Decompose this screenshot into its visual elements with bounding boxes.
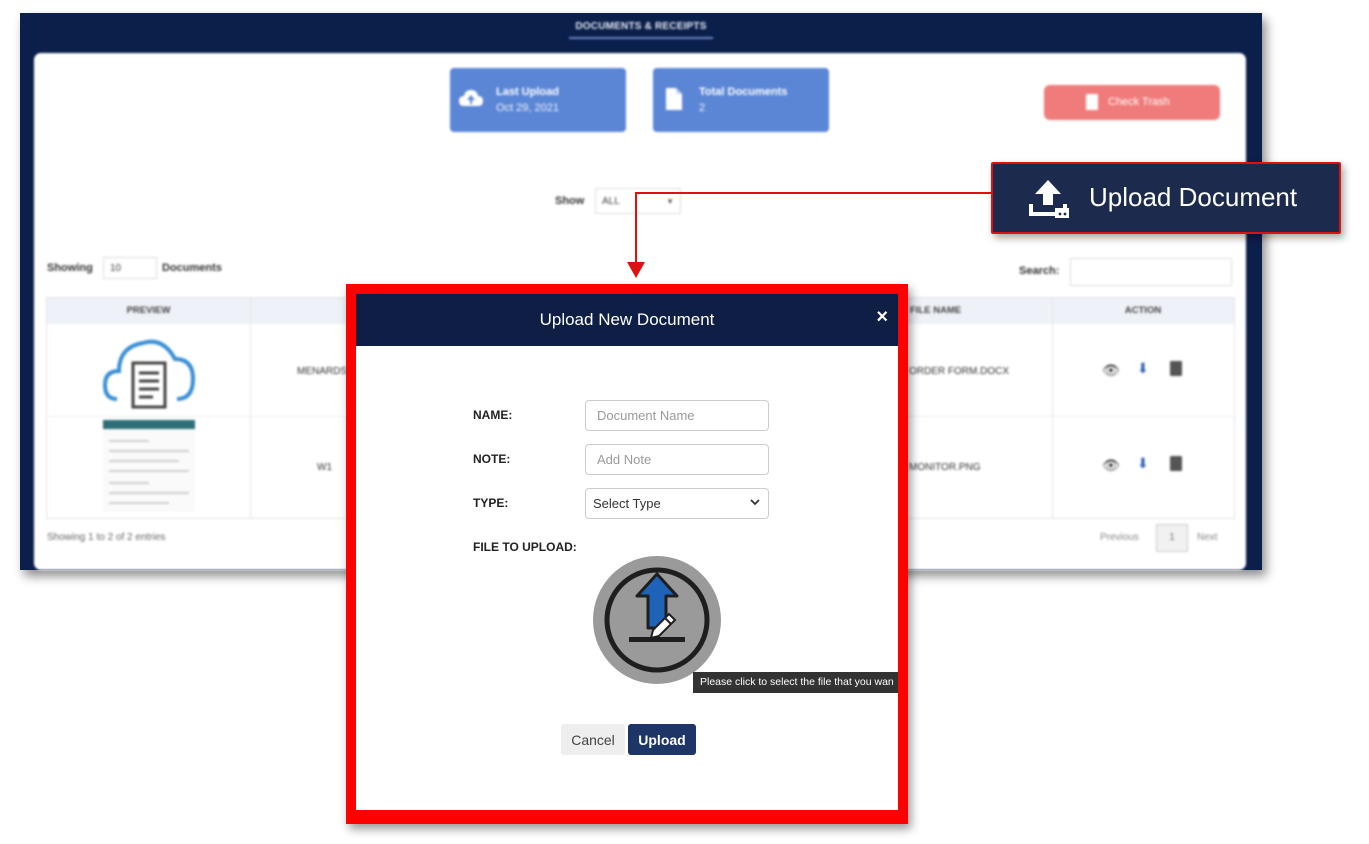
upload-button[interactable]: Upload xyxy=(628,724,696,755)
modal-highlight-frame: Upload New Document × NAME: NOTE: TYPE: … xyxy=(346,284,908,824)
callout-connector-line xyxy=(636,192,993,194)
upload-document-label: Upload Document xyxy=(1089,182,1298,212)
last-upload-label: Last Upload xyxy=(496,86,559,98)
row-1-name: MENARDS xyxy=(297,366,348,377)
col-header-file-name: FILE NAME xyxy=(910,305,962,316)
search-label: Search: xyxy=(1019,265,1060,277)
check-trash-label: Check Trash xyxy=(1108,96,1170,108)
upload-tooltip: Please click to select the file that you… xyxy=(693,672,898,693)
name-field-label: NAME: xyxy=(473,408,513,422)
close-icon[interactable]: × xyxy=(876,306,888,329)
eye-icon[interactable]: 👁 xyxy=(1102,457,1120,474)
page-length-select[interactable]: 10 xyxy=(103,257,157,279)
show-filter-label: Show xyxy=(555,195,585,207)
type-select-value: Select Type xyxy=(593,496,661,511)
modal-title: Upload New Document xyxy=(539,310,715,329)
cloud-upload-icon xyxy=(459,90,483,106)
col-header-action: ACTION xyxy=(1052,298,1234,324)
total-documents-label: Total Documents xyxy=(699,86,788,98)
total-documents-value: 2 xyxy=(699,102,706,114)
type-field-label: TYPE: xyxy=(473,496,509,510)
upload-document-modal: Upload New Document × NAME: NOTE: TYPE: … xyxy=(356,294,898,810)
total-documents-stat: Total Documents 2 xyxy=(653,68,829,132)
document-preview-thumbnail xyxy=(103,339,195,409)
delete-icon[interactable] xyxy=(1170,361,1182,376)
row-2-name: W1 xyxy=(317,462,332,473)
check-trash-button[interactable]: Check Trash xyxy=(1044,85,1220,120)
pagination-page-1[interactable]: 1 xyxy=(1156,524,1188,552)
pagination-next[interactable]: Next xyxy=(1197,532,1218,543)
documents-label: Documents xyxy=(162,262,222,274)
table-info: Showing 1 to 2 of 2 entries xyxy=(47,532,166,543)
note-field-label: NOTE: xyxy=(473,452,511,466)
cancel-button[interactable]: Cancel xyxy=(561,724,625,755)
eye-icon[interactable]: 👁 xyxy=(1102,362,1120,379)
search-input[interactable] xyxy=(1070,258,1232,286)
download-icon[interactable]: ⬇ xyxy=(1137,360,1149,377)
modal-header: Upload New Document × xyxy=(356,294,898,346)
row-2-file-name: MONITOR.PNG xyxy=(909,462,981,473)
callout-connector-line-vertical xyxy=(635,192,637,264)
chevron-down-icon xyxy=(750,499,760,506)
image-preview-thumbnail xyxy=(103,420,195,512)
showing-label: Showing xyxy=(47,262,93,274)
trash-icon xyxy=(1086,94,1098,110)
download-icon[interactable]: ⬇ xyxy=(1137,455,1149,472)
page-title: DOCUMENTS & RECEIPTS xyxy=(569,21,713,39)
upload-icon xyxy=(1029,180,1069,218)
delete-icon[interactable] xyxy=(1170,456,1182,471)
last-upload-value: Oct 29, 2021 xyxy=(496,102,559,114)
document-icon xyxy=(666,88,682,110)
type-select[interactable]: Select Type xyxy=(585,488,769,519)
row-1-file-name: ORDER FORM.DOCX xyxy=(909,366,1009,377)
note-input[interactable] xyxy=(585,444,769,475)
file-upload-label: FILE TO UPLOAD: xyxy=(473,540,577,554)
pagination-previous[interactable]: Previous xyxy=(1100,532,1139,543)
col-header-preview: PREVIEW xyxy=(47,298,251,324)
callout-arrow-head xyxy=(627,262,645,278)
upload-document-callout[interactable]: Upload Document xyxy=(991,162,1341,234)
show-filter-value: ALL xyxy=(602,196,620,207)
document-name-input[interactable] xyxy=(585,400,769,431)
last-upload-stat: Last Upload Oct 29, 2021 xyxy=(450,68,626,132)
page-length-value: 10 xyxy=(110,263,122,274)
file-upload-icon[interactable] xyxy=(593,556,721,684)
